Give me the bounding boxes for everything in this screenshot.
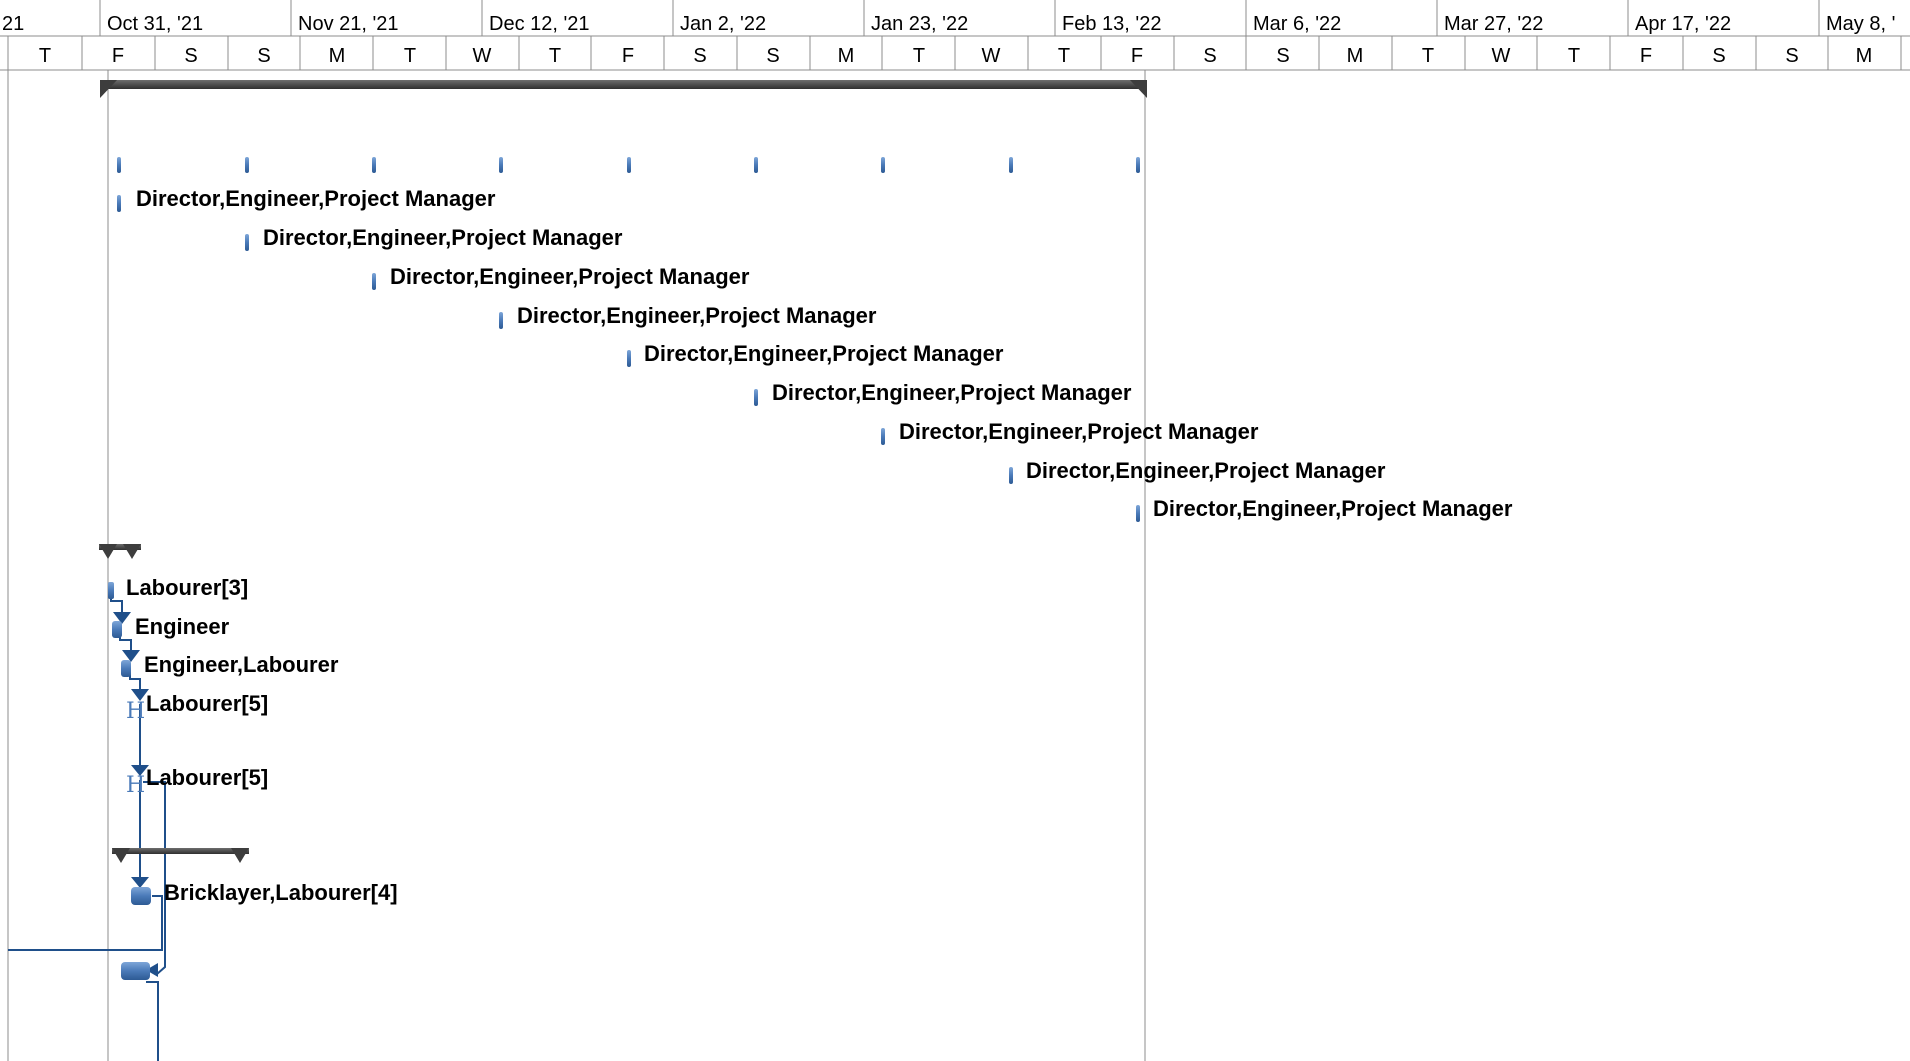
day-label: F [1640,45,1652,67]
task-row: Bricklayer,Labourer[4] [131,880,398,905]
day-label: S [1712,45,1725,67]
day-label: S [693,45,706,67]
day-label: F [622,45,634,67]
task-bar[interactable] [245,234,249,251]
resource-label: Labourer[5] [146,691,268,716]
day-label: M [838,45,855,67]
recurring-occurrence-mark[interactable] [1009,157,1013,173]
top-tier-label: Dec 12, '21 [489,13,590,35]
task-bar[interactable] [112,621,122,638]
task-bar[interactable] [499,312,503,329]
resource-label: Director,Engineer,Project Manager [517,303,877,328]
top-tier-label: Jan 2, '22 [680,13,766,35]
top-tier-label: Feb 13, '22 [1062,13,1161,35]
day-label: W [1492,45,1511,67]
summary-bar[interactable] [100,80,1147,98]
day-label: T [1568,45,1580,67]
resource-label: Director,Engineer,Project Manager [1026,458,1386,483]
task-bar[interactable] [1136,505,1140,522]
day-label: S [766,45,779,67]
task-bar[interactable] [131,887,151,905]
day-label: T [549,45,561,67]
link-arrow-icon [131,877,149,888]
task-bar[interactable] [121,660,131,677]
day-label: M [329,45,346,67]
day-label: S [257,45,270,67]
summary-bar[interactable] [99,544,141,559]
recurring-occurrence-mark[interactable] [499,157,503,173]
top-tier-label: May 8, ' [1826,13,1895,35]
resource-label: Director,Engineer,Project Manager [899,419,1259,444]
resource-label: Director,Engineer,Project Manager [644,341,1004,366]
task-bar[interactable] [117,195,121,212]
resource-label: Engineer,Labourer [144,652,339,677]
resource-label: Engineer [135,614,230,639]
top-tier-label: 21 [2,13,24,35]
task-bar[interactable] [372,273,376,290]
resource-label: Labourer[3] [126,575,248,600]
top-tier-label: Mar 27, '22 [1444,13,1543,35]
resource-label: Director,Engineer,Project Manager [772,380,1132,405]
recurring-occurrence-mark[interactable] [372,157,376,173]
top-tier-label: Nov 21, '21 [298,13,399,35]
recurring-occurrence-mark[interactable] [881,157,885,173]
recurring-occurrences: Director,Engineer,Project Manager Direct… [117,186,1513,522]
recurring-occurrence-mark[interactable] [627,157,631,173]
split-task-icon[interactable]: H [126,699,145,724]
resource-label: Bricklayer,Labourer[4] [164,880,398,905]
task-bar[interactable] [108,582,114,599]
day-label: W [982,45,1001,67]
split-task-icon[interactable]: H [126,773,145,798]
dependency-link[interactable] [146,981,159,1061]
resource-label: Director,Engineer,Project Manager [136,186,496,211]
day-label: T [404,45,416,67]
day-label: T [39,45,51,67]
day-label: S [184,45,197,67]
resource-label: Director,Engineer,Project Manager [263,225,623,250]
task-bar[interactable] [754,389,758,406]
day-label: S [1785,45,1798,67]
dependency-links [8,588,166,1061]
top-tier-label: Mar 6, '22 [1253,13,1341,35]
recurring-occurrence-mark[interactable] [754,157,758,173]
task-bar[interactable] [1009,467,1013,484]
recurring-occurrence-mark[interactable] [117,157,121,173]
day-label: T [1058,45,1070,67]
task-bar[interactable] [881,428,885,445]
day-label: T [913,45,925,67]
day-label: T [1422,45,1434,67]
day-label: M [1856,45,1873,67]
gantt-chart: 21 Oct 31, '21 Nov 21, '21 Dec 12, '21 J… [0,0,1910,1061]
task-bar[interactable] [121,962,150,980]
resource-label: Labourer[5] [146,765,268,790]
day-label: F [112,45,124,67]
top-tier-label: Oct 31, '21 [107,13,203,35]
task-rows: Labourer[3] Engineer Engineer,Labourer H… [108,575,339,798]
day-label: F [1131,45,1143,67]
summary-bar[interactable] [112,848,249,863]
recurring-occurrence-mark[interactable] [245,157,249,173]
recurring-task-rollup[interactable] [117,157,1140,173]
day-label: W [473,45,492,67]
top-tier-label: Apr 17, '22 [1635,13,1731,35]
resource-label: Director,Engineer,Project Manager [390,264,750,289]
dependency-link[interactable] [129,666,141,689]
top-tier-label: Jan 23, '22 [871,13,968,35]
recurring-occurrence-mark[interactable] [1136,157,1140,173]
day-label: S [1276,45,1289,67]
day-label: M [1347,45,1364,67]
day-label: S [1203,45,1216,67]
task-bar[interactable] [627,350,631,367]
resource-label: Director,Engineer,Project Manager [1153,496,1513,521]
